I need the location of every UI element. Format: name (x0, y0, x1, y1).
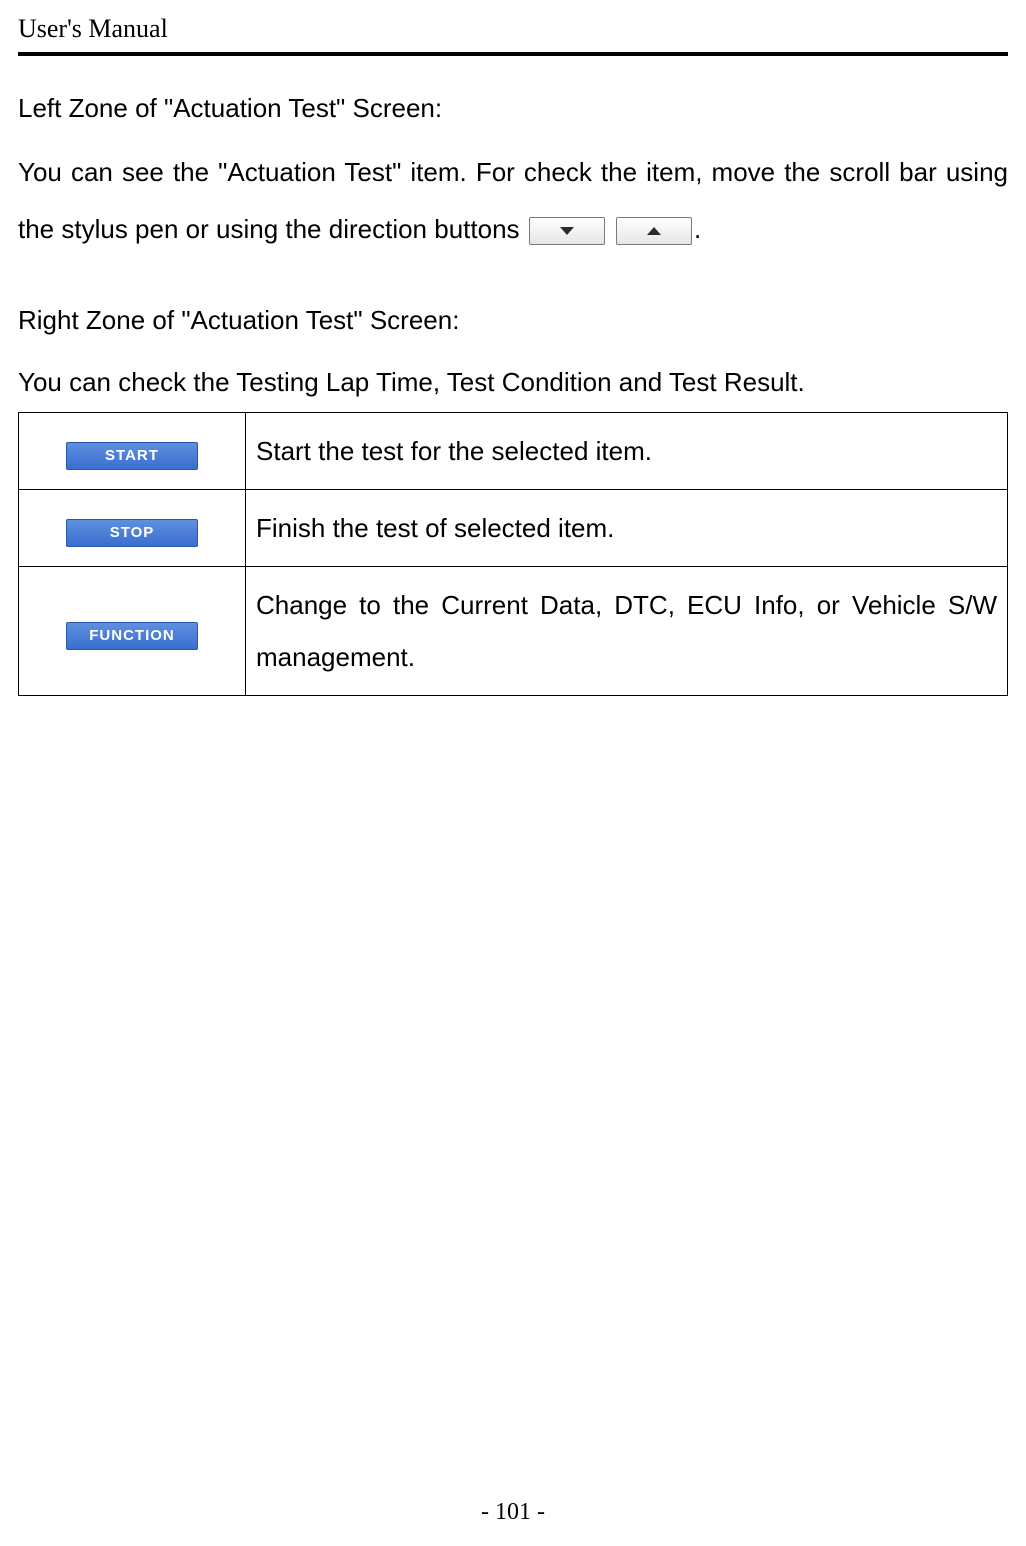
button-cell-stop: STOP (19, 490, 246, 567)
left-zone-period: . (694, 214, 701, 244)
chevron-down-icon (560, 227, 574, 235)
direction-down-button[interactable] (529, 217, 605, 245)
direction-up-button[interactable] (616, 217, 692, 245)
button-cell-start: START (19, 413, 246, 490)
left-zone-paragraph: You can see the "Actuation Test" item. F… (18, 144, 1008, 258)
chevron-up-icon (647, 227, 661, 235)
start-description: Start the test for the selected item. (246, 413, 1008, 490)
function-description: Change to the Current Data, DTC, ECU Inf… (246, 567, 1008, 696)
table-row: FUNCTION Change to the Current Data, DTC… (19, 567, 1008, 696)
right-zone-heading: Right Zone of "Actuation Test" Screen: (18, 294, 1008, 346)
running-header: User's Manual (18, 14, 1008, 48)
table-row: START Start the test for the selected it… (19, 413, 1008, 490)
header-rule (18, 52, 1008, 56)
buttons-table: START Start the test for the selected it… (18, 412, 1008, 696)
stop-description: Finish the test of selected item. (246, 490, 1008, 567)
button-cell-function: FUNCTION (19, 567, 246, 696)
left-zone-text-part1: You can see the "Actuation Test" item. F… (18, 157, 1008, 244)
function-button[interactable]: FUNCTION (66, 622, 198, 650)
right-zone-intro: You can check the Testing Lap Time, Test… (18, 356, 1008, 408)
stop-button[interactable]: STOP (66, 519, 198, 547)
left-zone-heading: Left Zone of "Actuation Test" Screen: (18, 82, 1008, 134)
start-button[interactable]: START (66, 442, 198, 470)
page-number: - 101 - (0, 1499, 1026, 1526)
table-row: STOP Finish the test of selected item. (19, 490, 1008, 567)
